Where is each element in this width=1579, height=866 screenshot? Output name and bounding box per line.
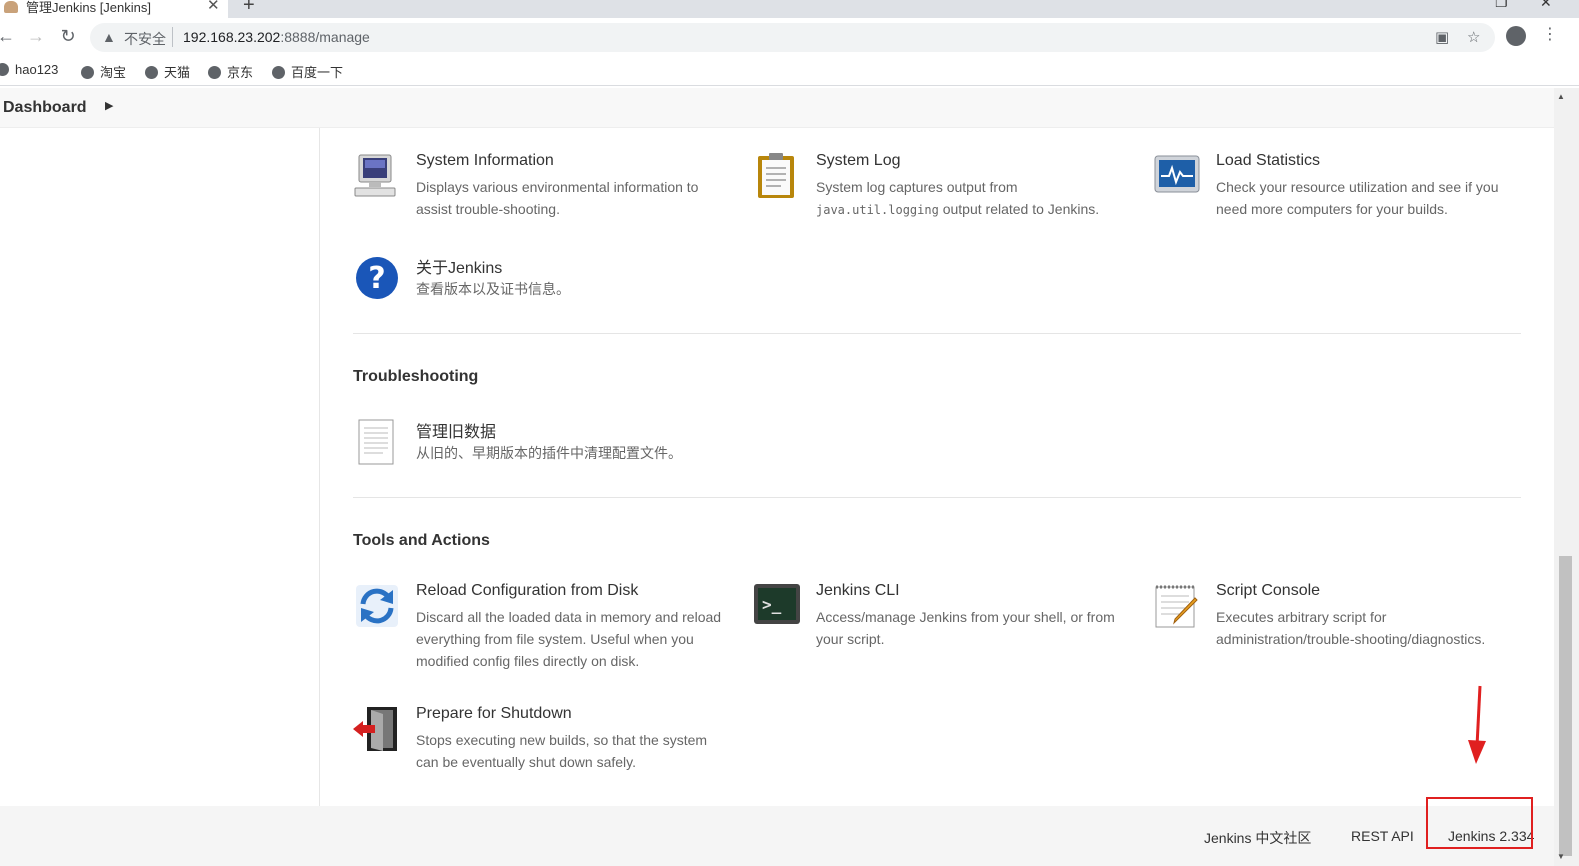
terminal-icon: >_ [754, 584, 800, 624]
desc-text: System log captures output from [816, 179, 1018, 195]
breadcrumb: Dashboard ▶ [0, 88, 1554, 128]
bookmarks-bar: hao123 淘宝 天猫 京东 百度一下 [0, 56, 1579, 86]
item-description: Executes arbitrary script for administra… [1216, 609, 1486, 647]
item-title[interactable]: System Log [816, 152, 900, 170]
item-title[interactable]: Prepare for Shutdown [416, 705, 572, 723]
url-host: 192.168.23.202 [183, 29, 281, 45]
reload-configuration-item[interactable]: Reload Configuration from Disk Discard a… [353, 582, 733, 682]
item-description: Check your resource utilization and see … [1216, 179, 1499, 217]
bookmark-hao123[interactable]: hao123 [0, 62, 58, 77]
bookmark-baidu[interactable]: 百度一下 [272, 62, 343, 81]
profile-avatar-icon[interactable] [1506, 26, 1526, 46]
footer-community-link[interactable]: Jenkins 中文社区 [1204, 828, 1311, 848]
manage-jenkins-main: System Information Displays various envi… [321, 128, 1554, 806]
item-description: 从旧的、早期版本的插件中清理配置文件。 [416, 445, 682, 461]
close-window-icon[interactable]: ✕ [1540, 0, 1552, 11]
exit-door-icon [353, 707, 397, 751]
translate-icon[interactable]: ▣ [1435, 28, 1449, 46]
browser-toolbar: ← → ↻ ▲ 不安全 192.168.23.202:8888/manage ▣… [0, 18, 1579, 56]
tab-strip: 管理Jenkins [Jenkins] ✕ + ❐ ✕ [0, 0, 1579, 18]
item-title[interactable]: 关于Jenkins [416, 254, 502, 278]
item-title[interactable]: Script Console [1216, 582, 1320, 600]
document-icon [358, 419, 394, 465]
scroll-thumb[interactable] [1559, 556, 1572, 856]
item-title[interactable]: System Information [416, 152, 554, 170]
load-statistics-item[interactable]: Load Statistics Check your resource util… [1153, 152, 1533, 232]
new-tab-button[interactable]: + [243, 0, 255, 17]
page-footer: Jenkins 中文社区 REST API Jenkins 2.334 [0, 806, 1554, 866]
tab-title: 管理Jenkins [Jenkins] [26, 0, 151, 15]
globe-icon [272, 66, 285, 79]
url-path: :8888/manage [280, 29, 370, 45]
address-bar[interactable]: ▲ 不安全 192.168.23.202:8888/manage ▣ ☆ [90, 23, 1495, 52]
warning-icon: ▲ [102, 29, 116, 45]
scroll-down-icon[interactable]: ▼ [1557, 852, 1565, 861]
back-icon[interactable]: ← [0, 24, 18, 48]
item-description: Displays various environmental informati… [416, 179, 699, 217]
globe-icon [208, 66, 221, 79]
item-title[interactable]: 管理旧数据 [416, 418, 496, 442]
item-description: Access/manage Jenkins from your shell, o… [816, 609, 1115, 647]
section-divider [353, 333, 1521, 334]
side-panel [0, 128, 320, 806]
item-title[interactable]: Jenkins CLI [816, 582, 900, 600]
reload-page-icon[interactable]: ↻ [56, 24, 80, 48]
svg-text:?: ? [368, 261, 385, 296]
breadcrumb-caret-icon[interactable]: ▶ [105, 99, 113, 112]
jenkins-cli-item[interactable]: >_ Jenkins CLI Access/manage Jenkins fro… [753, 582, 1133, 662]
item-title[interactable]: Load Statistics [1216, 152, 1320, 170]
scroll-up-icon[interactable]: ▲ [1557, 92, 1565, 101]
globe-icon [145, 66, 158, 79]
url-separator [172, 27, 173, 47]
url-text[interactable]: 192.168.23.202:8888/manage [183, 29, 370, 45]
bookmark-star-icon[interactable]: ☆ [1467, 28, 1480, 46]
clipboard-icon [758, 153, 794, 198]
globe-icon [0, 63, 9, 76]
manage-old-data-item[interactable]: 管理旧数据 从旧的、早期版本的插件中清理配置文件。 [353, 418, 733, 474]
tools-actions-heading: Tools and Actions [353, 532, 490, 549]
insecure-label: 不安全 [124, 31, 166, 47]
about-jenkins-item[interactable]: ? 关于Jenkins 查看版本以及证书信息。 [353, 254, 733, 310]
bookmark-tmall[interactable]: 天猫 [145, 62, 190, 81]
breadcrumb-dashboard[interactable]: Dashboard [3, 99, 87, 117]
item-description: System log captures output from java.uti… [816, 176, 1126, 221]
browser-menu-icon[interactable]: ⋮ [1542, 24, 1558, 44]
item-description: 查看版本以及证书信息。 [416, 281, 570, 297]
desc-text: output related to Jenkins. [938, 201, 1100, 217]
page-scrollbar[interactable]: ▲ ▼ [1554, 88, 1579, 866]
tab-close-icon[interactable]: ✕ [207, 0, 220, 14]
annotation-arrow-icon [1468, 685, 1486, 764]
footer-rest-api-link[interactable]: REST API [1351, 828, 1414, 844]
restore-window-icon[interactable]: ❐ [1495, 0, 1508, 11]
system-log-item[interactable]: System Log System log captures output fr… [753, 152, 1133, 232]
screen: 管理Jenkins [Jenkins] ✕ + ❐ ✕ ← → ↻ ▲ 不安全 … [0, 0, 1579, 866]
script-console-item[interactable]: Script Console Executes arbitrary script… [1153, 582, 1533, 662]
troubleshooting-heading: Troubleshooting [353, 368, 479, 385]
browser-tab[interactable]: 管理Jenkins [Jenkins] ✕ [0, 0, 228, 18]
help-icon: ? [356, 257, 398, 299]
bookmark-jd[interactable]: 京东 [208, 62, 253, 81]
item-title[interactable]: Reload Configuration from Disk [416, 582, 638, 600]
item-description: Stops executing new builds, so that the … [416, 732, 708, 770]
monitor-icon [354, 154, 396, 197]
svg-text:>_: >_ [762, 595, 782, 614]
section-divider [353, 497, 1521, 498]
system-information-item[interactable]: System Information Displays various envi… [353, 152, 733, 232]
reload-icon [356, 585, 398, 627]
notepad-icon [1155, 585, 1198, 628]
desc-code: java.util.logging [816, 203, 939, 217]
chart-monitor-icon [1154, 155, 1200, 193]
annotation-highlight-box [1426, 797, 1533, 849]
prepare-shutdown-item[interactable]: Prepare for Shutdown Stops executing new… [353, 705, 733, 785]
jenkins-favicon-icon [4, 1, 18, 13]
bookmark-taobao[interactable]: 淘宝 [81, 62, 126, 81]
forward-icon[interactable]: → [24, 24, 48, 48]
globe-icon [81, 66, 94, 79]
item-description: Discard all the loaded data in memory an… [416, 609, 722, 669]
